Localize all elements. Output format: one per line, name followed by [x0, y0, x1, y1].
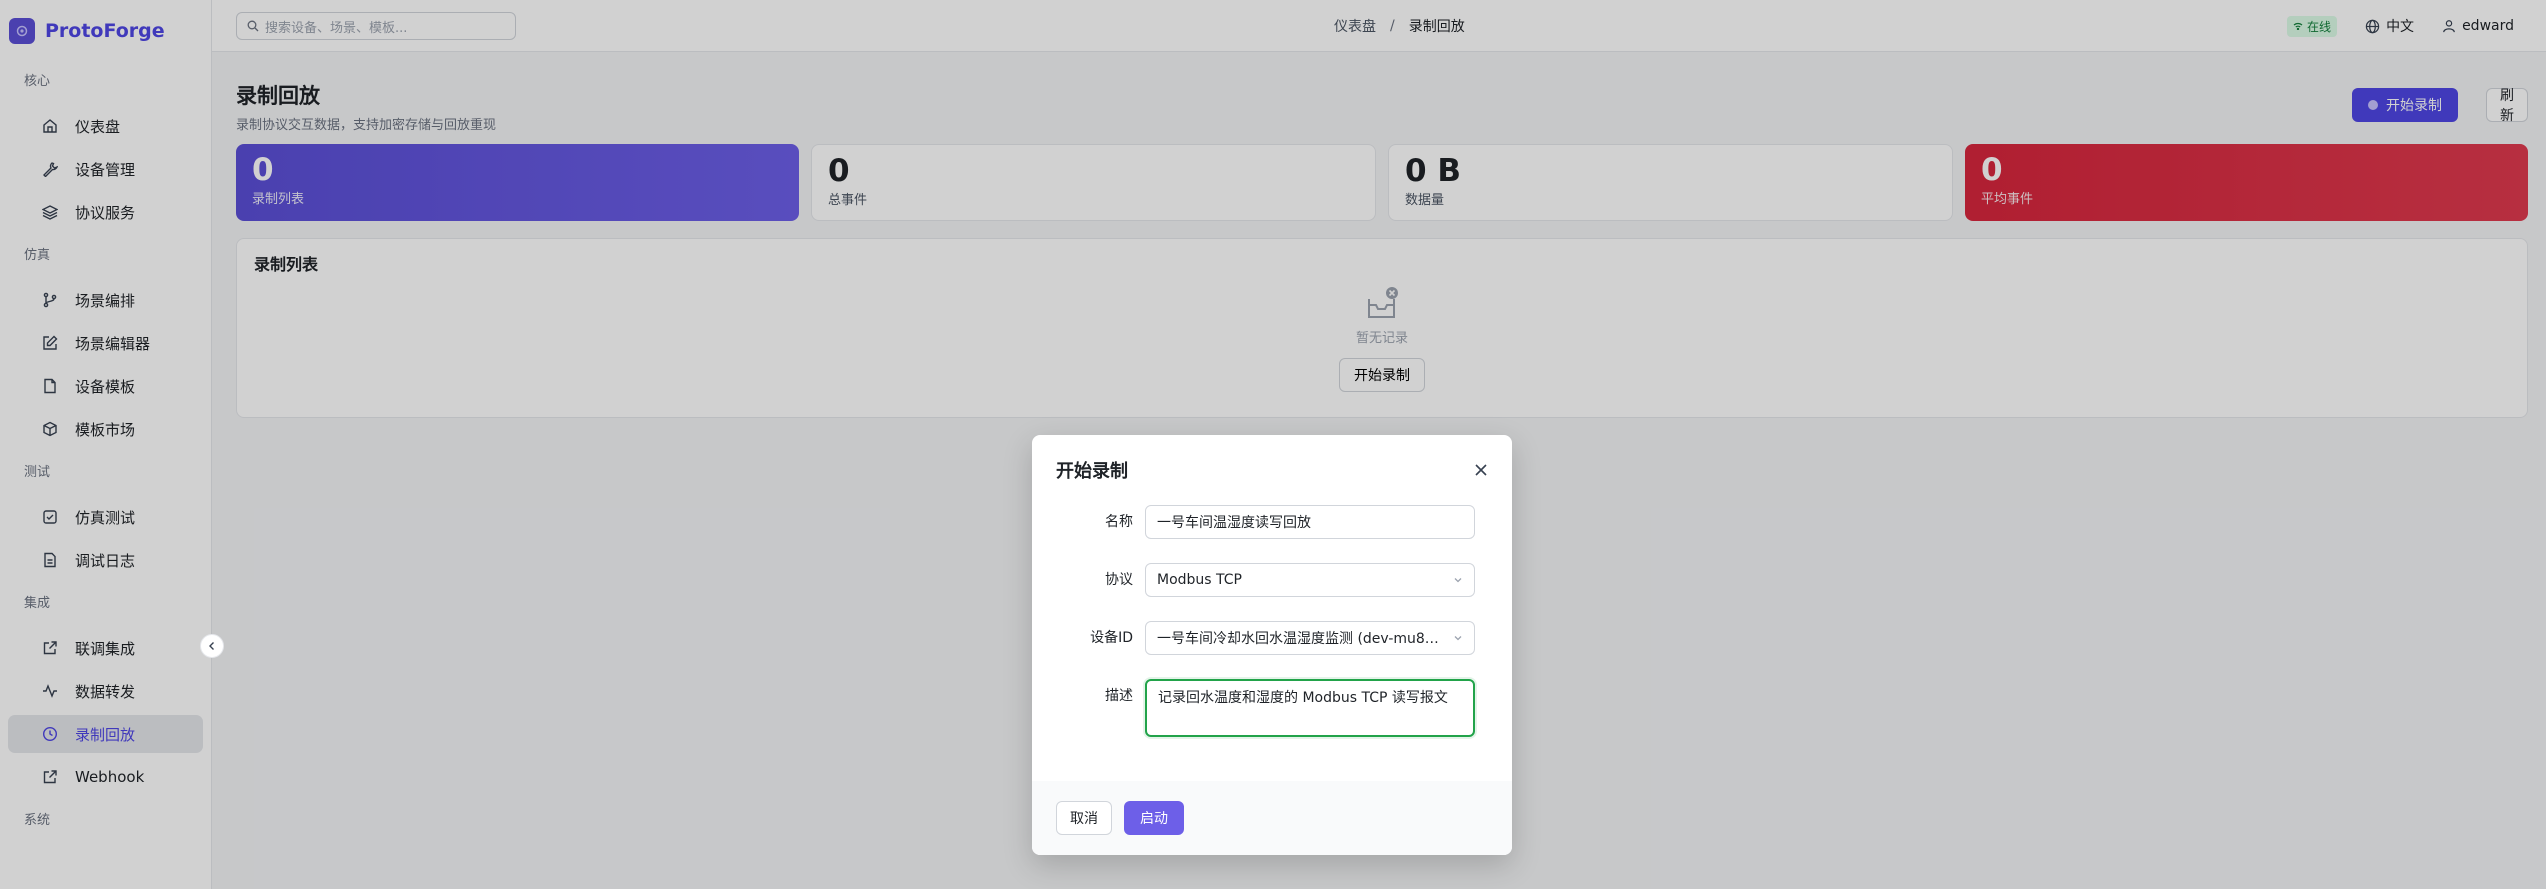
protocol-label: 协议: [1105, 572, 1133, 588]
dialog-title: 开始录制: [1056, 461, 1128, 482]
name-label: 名称: [1105, 514, 1133, 530]
close-icon[interactable]: [1472, 461, 1490, 479]
form-row-name: 名称 一号车间温湿度读写回放: [1032, 505, 1512, 539]
start-button[interactable]: 启动: [1124, 801, 1184, 835]
form-row-protocol: 协议 Modbus TCP: [1032, 563, 1512, 597]
cancel-button[interactable]: 取消: [1056, 801, 1112, 835]
protocol-value: Modbus TCP: [1157, 572, 1242, 588]
chevron-down-icon: [1453, 575, 1463, 585]
chevron-left-icon: [207, 641, 217, 651]
dialog-footer: 取消 启动: [1032, 781, 1512, 855]
device-select[interactable]: 一号车间冷却水回水温湿度监测 (dev-mu83r...: [1145, 621, 1475, 655]
form-row-device: 设备ID 一号车间冷却水回水温湿度监测 (dev-mu83r...: [1032, 621, 1512, 655]
name-field[interactable]: 一号车间温湿度读写回放: [1145, 505, 1475, 539]
description-textarea[interactable]: 记录回水温度和湿度的 Modbus TCP 读写报文: [1145, 679, 1475, 737]
protocol-select[interactable]: Modbus TCP: [1145, 563, 1475, 597]
sidebar-collapse-button[interactable]: [200, 634, 224, 658]
description-label: 描述: [1105, 688, 1133, 704]
chevron-down-icon: [1453, 633, 1463, 643]
form-row-description: 描述 记录回水温度和湿度的 Modbus TCP 读写报文: [1032, 679, 1512, 737]
device-label: 设备ID: [1090, 630, 1133, 646]
start-recording-dialog: 开始录制 名称 一号车间温湿度读写回放 协议 Modbus TCP 设备ID 一…: [1032, 435, 1512, 855]
device-value: 一号车间冷却水回水温湿度监测 (dev-mu83r...: [1157, 631, 1447, 647]
